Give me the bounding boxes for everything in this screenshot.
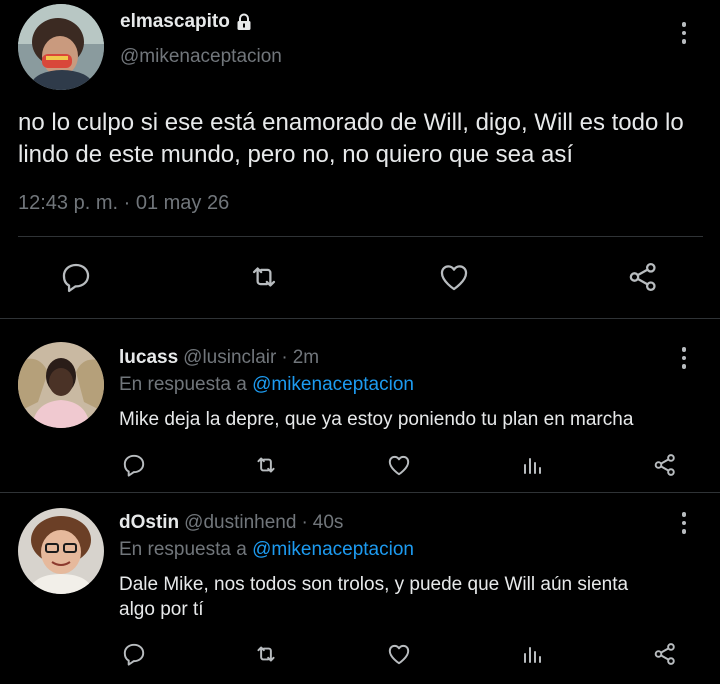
reply-button[interactable] <box>56 257 96 297</box>
analytics-icon <box>524 647 541 663</box>
reply-age: 40s <box>312 512 344 533</box>
retweet-icon <box>257 457 275 473</box>
retweet-icon <box>257 646 275 662</box>
replying-to-link[interactable]: @mikenaceptacion <box>252 374 414 395</box>
main-tweet-author[interactable]: elmascapito <box>120 11 252 33</box>
reply-icon <box>62 263 90 293</box>
divider <box>18 236 703 237</box>
retweet-button[interactable] <box>244 257 284 297</box>
analytics-button[interactable] <box>518 451 548 479</box>
retweet-button[interactable] <box>250 451 282 479</box>
reply-button[interactable] <box>119 451 149 479</box>
replying-to-label: En respuesta a <box>119 374 247 395</box>
share-button[interactable] <box>650 451 680 479</box>
divider <box>0 318 720 319</box>
separator-dot: · <box>301 512 308 533</box>
like-button[interactable] <box>384 451 414 479</box>
reply-text: Mike deja la depre, que ya estoy poniend… <box>119 409 634 430</box>
reply-text: Dale Mike, nos todos son trolos, y puede… <box>119 574 629 620</box>
reply-handle[interactable]: @dustinhend <box>184 512 296 533</box>
replying-to-link[interactable]: @mikenaceptacion <box>252 539 414 560</box>
main-tweet-avatar[interactable] <box>18 4 104 90</box>
like-button[interactable] <box>384 640 414 668</box>
share-icon <box>654 454 675 476</box>
retweet-button[interactable] <box>250 640 282 668</box>
like-button[interactable] <box>434 257 474 297</box>
more-icon[interactable] <box>681 512 687 534</box>
main-tweet-timestamp[interactable]: 12:43 p. m. · 01 may 26 <box>18 192 229 215</box>
reply-header: lucass @lusinclair · 2m <box>119 347 319 369</box>
reply-display-name[interactable]: dOstin <box>119 512 179 533</box>
reply-button[interactable] <box>119 640 149 668</box>
main-tweet-display-name: elmascapito <box>120 11 230 32</box>
retweet-icon <box>252 267 276 287</box>
share-button[interactable] <box>650 640 680 668</box>
separator-dot: · <box>281 347 288 368</box>
share-icon <box>629 262 656 292</box>
reply-icon <box>123 643 145 666</box>
like-icon <box>388 644 410 665</box>
like-icon <box>440 265 468 291</box>
reply-header: dOstin @dustinhend · 40s <box>119 512 343 534</box>
reply-avatar[interactable] <box>18 508 104 594</box>
replying-to: En respuesta a @mikenaceptacion <box>119 374 414 396</box>
reply-handle[interactable]: @lusinclair <box>183 347 276 368</box>
analytics-icon <box>524 458 541 474</box>
analytics-button[interactable] <box>518 640 548 668</box>
share-icon <box>654 643 675 665</box>
reply-icon <box>123 454 145 477</box>
replying-to: En respuesta a @mikenaceptacion <box>119 539 414 561</box>
main-tweet-text: no lo culpo si ese está enamorado de Wil… <box>18 109 684 168</box>
like-icon <box>388 455 410 476</box>
replying-to-label: En respuesta a <box>119 539 247 560</box>
more-icon[interactable] <box>681 22 687 44</box>
more-icon[interactable] <box>681 347 687 369</box>
main-tweet-handle[interactable]: @mikenaceptacion <box>120 46 282 68</box>
share-button[interactable] <box>623 257 663 297</box>
reply-avatar[interactable] <box>18 342 104 428</box>
divider <box>0 492 720 493</box>
lock-icon <box>237 13 251 30</box>
reply-display-name[interactable]: lucass <box>119 347 178 368</box>
reply-age: 2m <box>292 347 320 368</box>
